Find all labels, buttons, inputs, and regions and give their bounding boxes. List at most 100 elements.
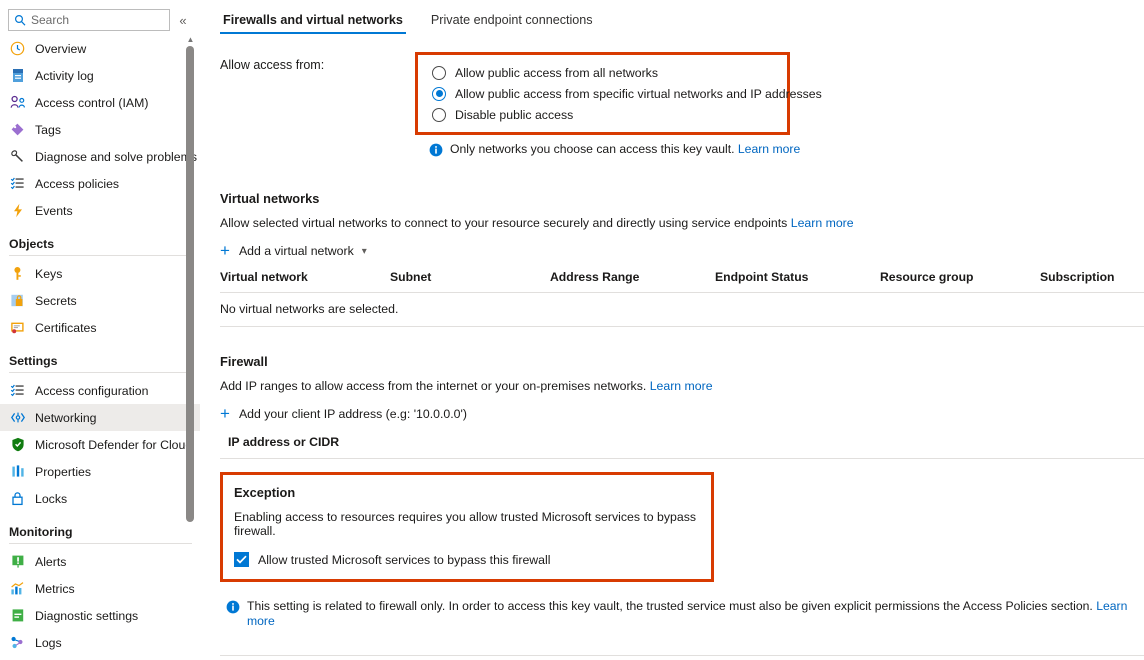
checkbox-label: Allow trusted Microsoft services to bypa…: [258, 553, 551, 567]
sidebar-item-label: Access control (IAM): [35, 95, 148, 111]
sidebar-item-label: Activity log: [35, 68, 94, 84]
sidebar-item-locks[interactable]: Locks: [0, 485, 200, 512]
actions-divider: [220, 655, 1144, 656]
sidebar-item-events[interactable]: Events: [0, 197, 200, 224]
sidebar-group-divider: [9, 543, 192, 544]
checkbox-checked-icon: [234, 552, 249, 567]
info-icon: [226, 600, 240, 614]
sidebar-item-activity-log[interactable]: Activity log: [0, 62, 200, 89]
overview-icon: [9, 40, 26, 57]
scroll-up-arrow-icon[interactable]: ▲: [186, 36, 195, 44]
azure-networking-page: Search « Overview: [0, 0, 1144, 660]
learn-more-link[interactable]: Learn more: [738, 142, 800, 156]
sidebar-item-label: Diagnose and solve problems: [35, 149, 197, 165]
sidebar-item-keys[interactable]: Keys: [0, 260, 200, 287]
sidebar-item-overview[interactable]: Overview: [0, 35, 200, 62]
sidebar-item-access-configuration[interactable]: Access configuration: [0, 377, 200, 404]
tab-bar: Firewalls and virtual networks Private e…: [220, 0, 1144, 34]
learn-more-link[interactable]: Learn more: [650, 379, 713, 393]
sidebar-item-label: Diagnostic settings: [35, 608, 138, 624]
info-icon: [429, 143, 443, 157]
scrollbar-thumb[interactable]: [186, 46, 194, 522]
footer-info-text: This setting is related to firewall only…: [247, 599, 1144, 629]
logs-icon: [9, 634, 26, 651]
sidebar-group-objects: Objects: [0, 224, 200, 255]
allow-trusted-services-checkbox[interactable]: Allow trusted Microsoft services to bypa…: [234, 552, 699, 567]
tags-icon: [9, 121, 26, 138]
column-endpoint-status: Endpoint Status: [715, 270, 880, 293]
learn-more-link[interactable]: Learn more: [791, 216, 854, 230]
sidebar-scrollbar[interactable]: ▲: [185, 36, 196, 526]
column-virtual-network: Virtual network: [220, 270, 390, 293]
sidebar-item-access-policies[interactable]: Access policies: [0, 170, 200, 197]
search-input[interactable]: Search: [8, 9, 170, 31]
sidebar-item-insights[interactable]: Insights: [0, 656, 200, 660]
radio-allow-specific-networks[interactable]: Allow public access from specific virtua…: [432, 83, 777, 104]
sidebar-item-tags[interactable]: Tags: [0, 116, 200, 143]
lock-icon: [9, 490, 26, 507]
exception-description: Enabling access to resources requires yo…: [234, 510, 699, 538]
chevron-down-icon: ▾: [362, 246, 367, 257]
sidebar-item-label: Tags: [35, 122, 61, 138]
firewall-table-divider: [220, 458, 1144, 459]
virtual-networks-section: Virtual networks Allow selected virtual …: [220, 191, 1144, 327]
sidebar-item-microsoft-defender-for-cloud[interactable]: Microsoft Defender for Cloud: [0, 431, 200, 458]
access-info-note: Only networks you choose can access this…: [429, 142, 1144, 157]
sidebar-group-settings: Settings: [0, 341, 200, 372]
events-icon: [9, 202, 26, 219]
certificates-icon: [9, 319, 26, 336]
sidebar-item-properties[interactable]: Properties: [0, 458, 200, 485]
sidebar-item-label: Microsoft Defender for Cloud: [35, 437, 192, 453]
sidebar-item-label: Certificates: [35, 320, 97, 336]
access-configuration-icon: [9, 382, 26, 399]
tab-firewalls-and-virtual-networks[interactable]: Firewalls and virtual networks: [220, 13, 406, 34]
column-address-range: Address Range: [550, 270, 715, 293]
column-subscription: Subscription: [1040, 270, 1144, 293]
radio-allow-all-networks[interactable]: Allow public access from all networks: [432, 62, 777, 83]
collapse-menu-button[interactable]: «: [172, 9, 194, 31]
access-info-message: Only networks you choose can access this…: [450, 142, 735, 156]
sidebar-item-diagnostic-settings[interactable]: Diagnostic settings: [0, 602, 200, 629]
add-virtual-network-label: Add a virtual network: [239, 244, 354, 258]
radio-icon: [432, 108, 446, 122]
firewall-section: Firewall Add IP ranges to allow access f…: [220, 354, 1144, 459]
access-info-text: Only networks you choose can access this…: [450, 142, 800, 157]
virtual-networks-table: Virtual network Subnet Address Range End…: [220, 270, 1144, 327]
virtual-networks-title: Virtual networks: [220, 191, 1144, 206]
sidebar-item-label: Overview: [35, 41, 86, 57]
sidebar-item-metrics[interactable]: Metrics: [0, 575, 200, 602]
sidebar-item-label: Metrics: [35, 581, 75, 597]
networking-icon: [9, 409, 26, 426]
tab-private-endpoint-connections[interactable]: Private endpoint connections: [428, 13, 596, 34]
sidebar-group-monitoring: Monitoring: [0, 512, 200, 543]
radio-label: Disable public access: [455, 108, 573, 122]
column-subnet: Subnet: [390, 270, 550, 293]
firewall-description: Add IP ranges to allow access from the i…: [220, 379, 1144, 393]
access-policies-icon: [9, 175, 26, 192]
sidebar-item-alerts[interactable]: Alerts: [0, 548, 200, 575]
metrics-icon: [9, 580, 26, 597]
virtual-networks-description-text: Allow selected virtual networks to conne…: [220, 216, 787, 230]
radio-disable-public-access[interactable]: Disable public access: [432, 104, 777, 125]
sidebar-item-certificates[interactable]: Certificates: [0, 314, 200, 341]
add-virtual-network-button[interactable]: + Add a virtual network ▾: [220, 244, 1144, 258]
access-control-icon: [9, 94, 26, 111]
sidebar-item-logs[interactable]: Logs: [0, 629, 200, 656]
footer-info-note: This setting is related to firewall only…: [226, 599, 1144, 629]
plus-icon: +: [220, 244, 230, 258]
radio-selected-icon: [432, 87, 446, 101]
sidebar-item-access-control[interactable]: Access control (IAM): [0, 89, 200, 116]
alerts-icon: [9, 553, 26, 570]
sidebar-item-networking[interactable]: Networking: [0, 404, 200, 431]
sidebar-item-label: Access configuration: [35, 383, 148, 399]
sidebar-item-secrets[interactable]: Secrets: [0, 287, 200, 314]
secrets-icon: [9, 292, 26, 309]
sidebar-item-label: Keys: [35, 266, 62, 282]
firewall-description-text: Add IP ranges to allow access from the i…: [220, 379, 646, 393]
radio-label: Allow public access from all networks: [455, 66, 658, 80]
sidebar-item-diagnose-and-solve-problems[interactable]: Diagnose and solve problems: [0, 143, 200, 170]
add-client-ip-button[interactable]: + Add your client IP address (e.g: '10.0…: [220, 407, 1144, 421]
add-client-ip-label: Add your client IP address (e.g: '10.0.0…: [239, 407, 467, 421]
activity-log-icon: [9, 67, 26, 84]
sidebar-item-label: Alerts: [35, 554, 66, 570]
